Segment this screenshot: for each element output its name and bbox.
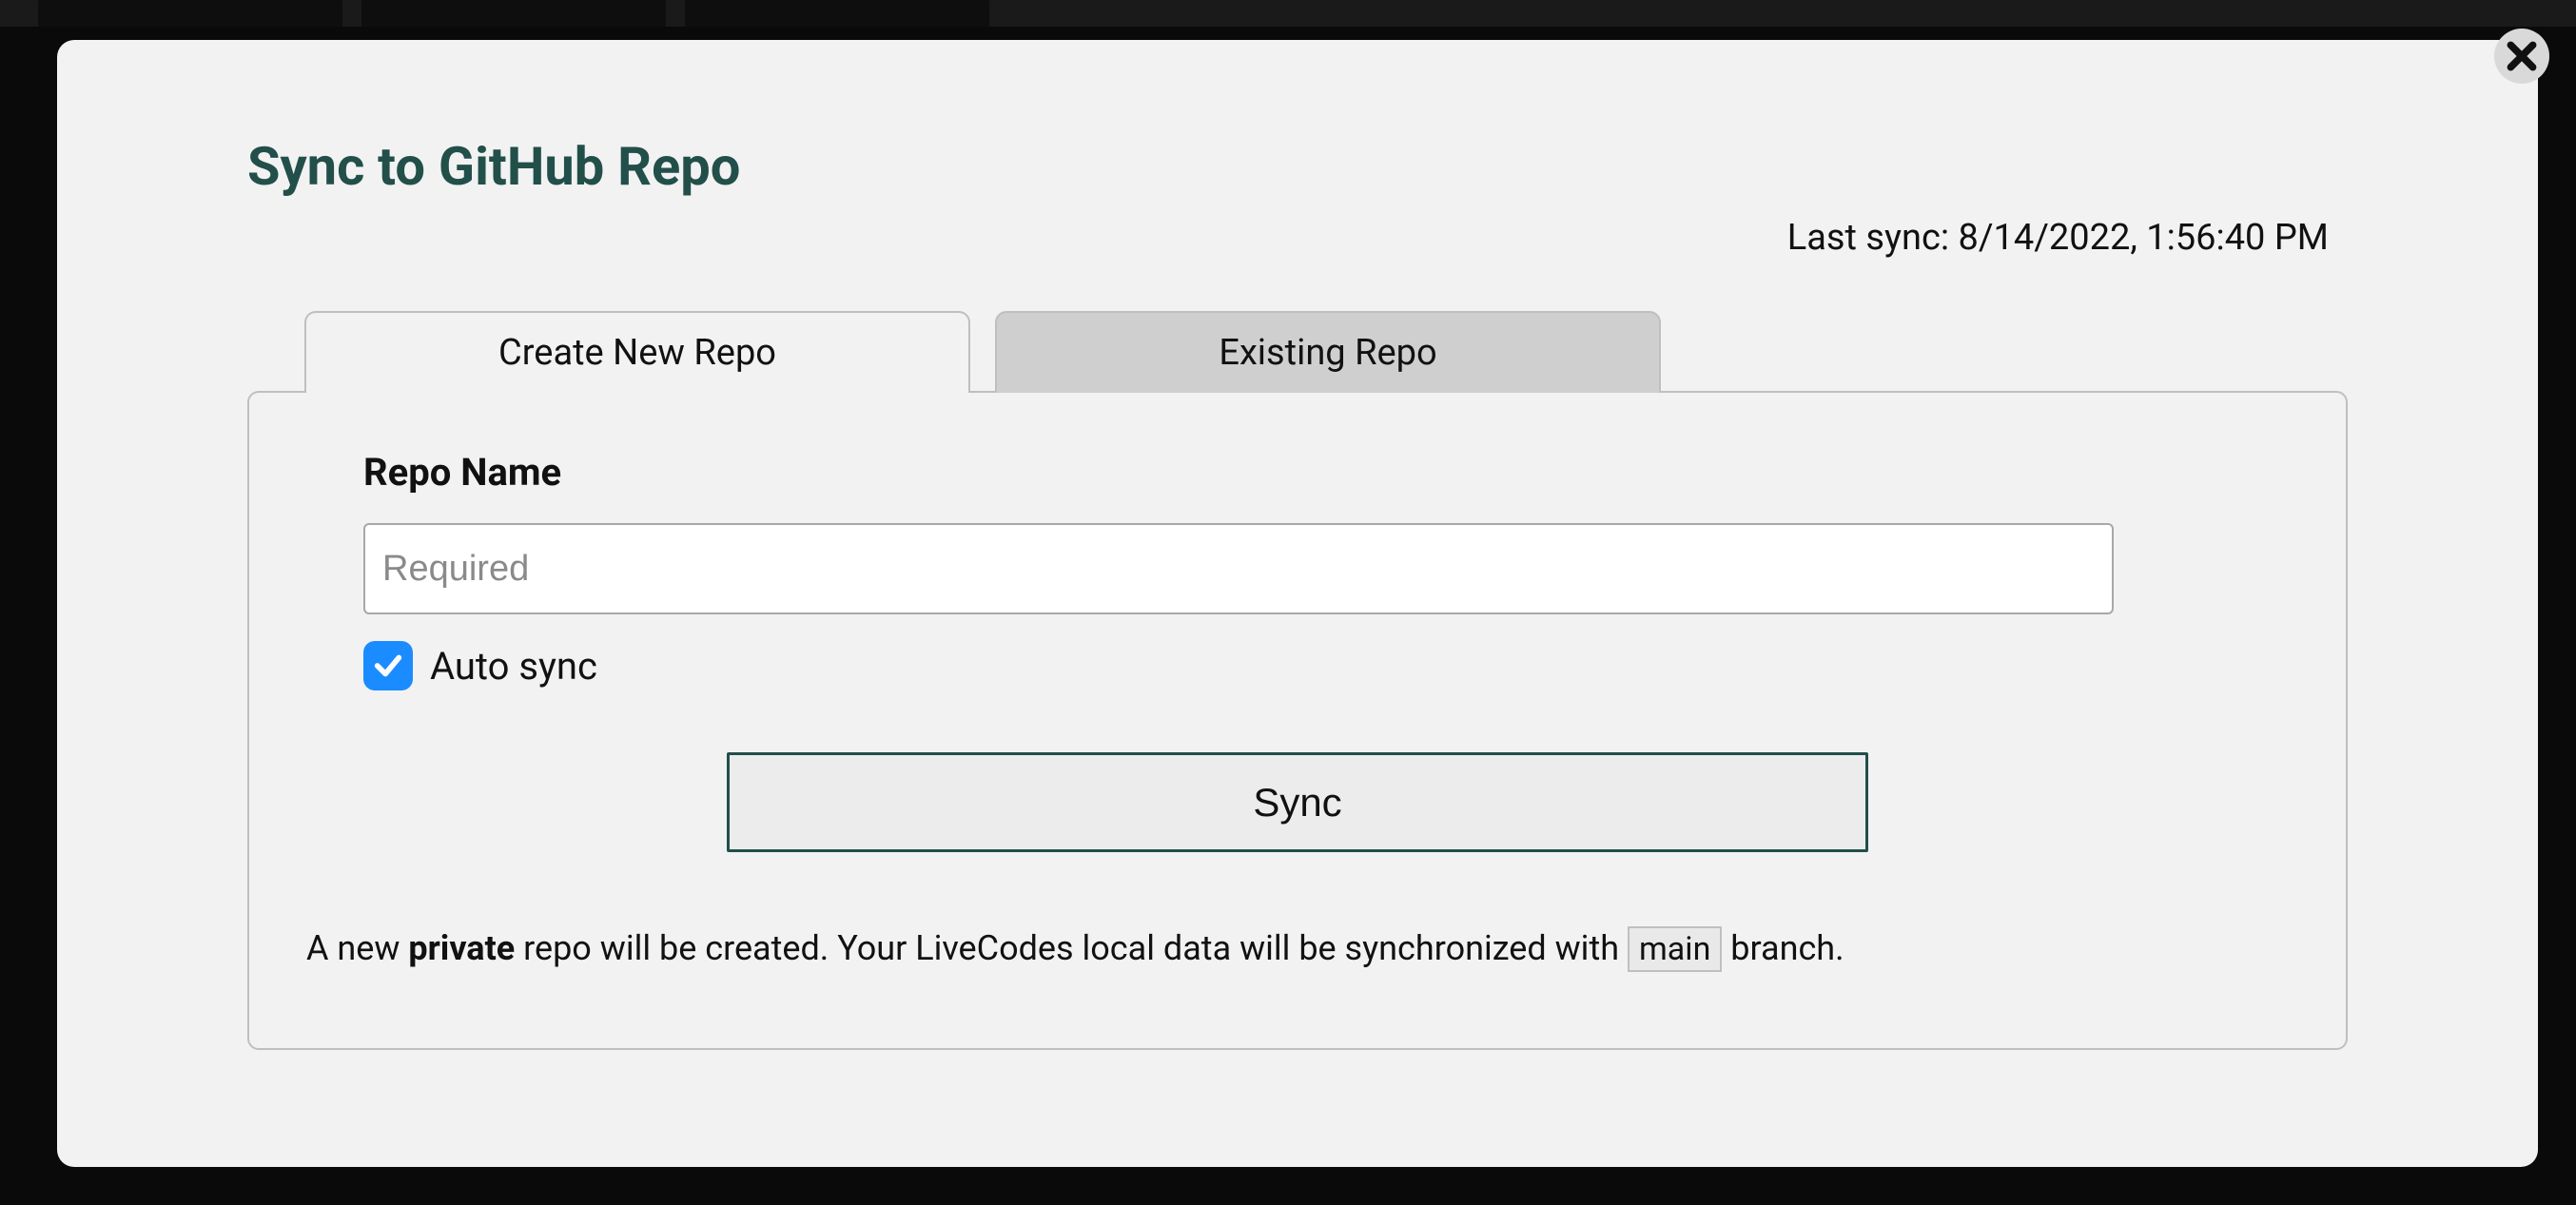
top-toolbar (0, 0, 2576, 27)
info-prefix: A new (306, 928, 408, 968)
info-suffix: branch. (1722, 928, 1844, 968)
tab-row: Create New Repo Existing Repo (304, 311, 2348, 393)
repo-name-input[interactable] (363, 523, 2114, 614)
modal-title: Sync to GitHub Repo (247, 135, 2348, 198)
tab-container: Create New Repo Existing Repo Repo Name … (247, 311, 2348, 1050)
toolbar-segment (38, 0, 342, 27)
last-sync-prefix: Last sync: (1787, 217, 1959, 259)
repo-name-label: Repo Name (363, 450, 2232, 495)
tab-create-new-repo[interactable]: Create New Repo (304, 311, 970, 393)
branch-tag: main (1628, 926, 1722, 972)
tab-panel-create: Repo Name Auto sync Sync A new private r… (247, 391, 2348, 1050)
last-sync-timestamp: 8/14/2022, 1:56:40 PM (1958, 217, 2329, 259)
info-mid: repo will be created. Your LiveCodes loc… (515, 928, 1628, 968)
tab-existing-repo[interactable]: Existing Repo (995, 311, 1661, 393)
sync-button[interactable]: Sync (727, 752, 1868, 852)
auto-sync-checkbox[interactable] (363, 641, 413, 690)
toolbar-segment (361, 0, 666, 27)
check-icon (372, 650, 404, 682)
info-text: A new private repo will be created. Your… (306, 926, 2232, 972)
sync-modal: Sync to GitHub Repo Last sync: 8/14/2022… (57, 40, 2538, 1167)
auto-sync-label: Auto sync (430, 644, 597, 689)
toolbar-segment (685, 0, 989, 27)
last-sync-text: Last sync: 8/14/2022, 1:56:40 PM (247, 217, 2348, 259)
auto-sync-row: Auto sync (363, 641, 2232, 690)
close-icon (2503, 37, 2541, 75)
close-button[interactable] (2494, 29, 2549, 84)
info-private-word: private (408, 928, 515, 968)
